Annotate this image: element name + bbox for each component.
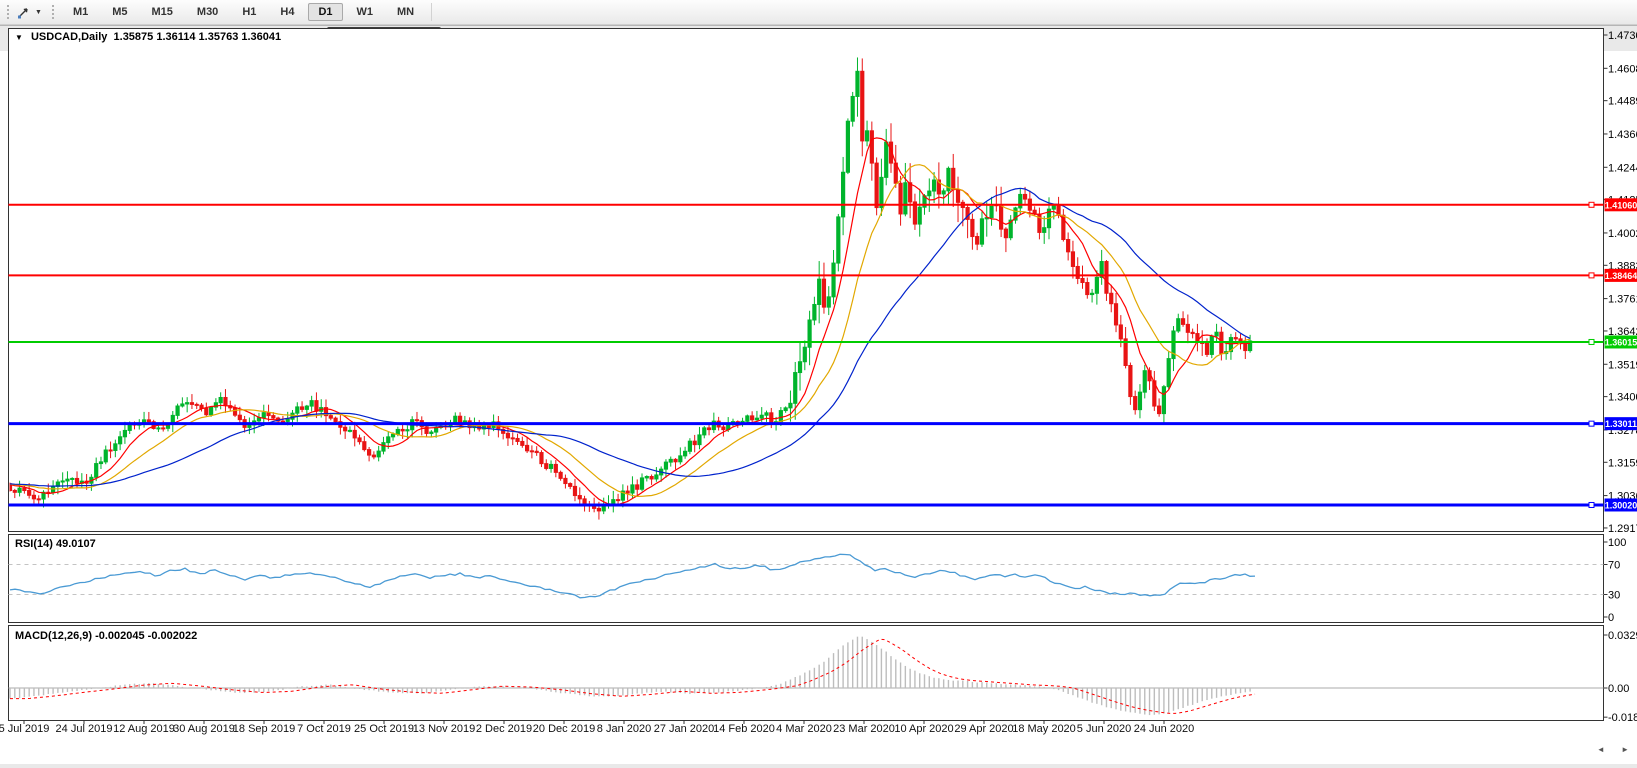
macd-tick-label: 0.032972	[1608, 630, 1637, 642]
price-tag-label: 1.30020	[1605, 500, 1637, 510]
line-handle	[1589, 502, 1594, 507]
date-label: 25 Oct 2019	[354, 723, 414, 735]
rsi-tick-label: 100	[1608, 537, 1626, 549]
date-label: 8 Jan 2020	[597, 723, 651, 735]
macd-tick-label: -0.01815	[1608, 712, 1637, 724]
price-axis: 1.473051.460801.448901.436651.424401.412…	[1604, 30, 1637, 535]
chart-canvas[interactable]: 1.473051.460801.448901.436651.424401.412…	[0, 0, 1637, 768]
rsi-tick-label: 0	[1608, 612, 1614, 624]
date-label: 4 Mar 2020	[776, 723, 832, 735]
price-tick-label: 1.35195	[1608, 359, 1637, 371]
quick-trade-collapse-icon[interactable]: ▼	[15, 33, 23, 42]
date-label: 29 Apr 2020	[954, 723, 1013, 735]
status-strip	[0, 764, 1637, 768]
date-label: 18 May 2020	[1012, 723, 1076, 735]
price-tick-label: 1.46080	[1608, 63, 1637, 75]
price-tag-label: 1.41060	[1605, 200, 1637, 210]
price-tick-label: 1.37610	[1608, 294, 1637, 306]
price-tick-label: 1.42440	[1608, 162, 1637, 174]
date-label: 7 Oct 2019	[297, 723, 351, 735]
line-handle	[1589, 202, 1594, 207]
chart-title: ▼ USDCAD,Daily 1.35875 1.36114 1.35763 1…	[15, 31, 281, 43]
chart-symbol-label: USDCAD,Daily	[31, 31, 107, 43]
rsi-label: RSI(14) 49.0107	[15, 538, 96, 550]
tab-scroll-arrows: ◄ ►	[1583, 745, 1629, 754]
line-handle	[1589, 421, 1594, 426]
tab-scroll-right-icon[interactable]: ►	[1621, 745, 1629, 754]
date-label: 5 Jun 2020	[1077, 723, 1131, 735]
price-tick-label: 1.29175	[1608, 523, 1637, 535]
date-label: 14 Feb 2020	[713, 723, 775, 735]
macd-label: MACD(12,26,9) -0.002045 -0.002022	[15, 630, 197, 642]
chart-ohlc-values: 1.35875 1.36114 1.35763 1.36041	[114, 31, 282, 43]
date-label: 5 Jul 2019	[0, 723, 49, 735]
rsi-tick-label: 30	[1608, 590, 1620, 602]
price-tag-label: 1.36015	[1605, 337, 1637, 347]
macd-panel	[9, 626, 1604, 721]
line-handle	[1589, 273, 1594, 278]
main-chart-panel	[9, 29, 1604, 532]
price-tag-label: 1.38464	[1605, 271, 1637, 281]
date-label: 30 Aug 2019	[173, 723, 235, 735]
date-label: 20 Dec 2019	[533, 723, 595, 735]
date-label: 24 Jun 2020	[1134, 723, 1195, 735]
date-label: 13 Nov 2019	[413, 723, 475, 735]
line-handle	[1589, 339, 1594, 344]
date-label: 12 Aug 2019	[113, 723, 175, 735]
date-label: 18 Sep 2019	[233, 723, 295, 735]
date-label: 23 Mar 2020	[833, 723, 895, 735]
rsi-tick-label: 70	[1608, 560, 1620, 572]
price-tick-label: 1.44890	[1608, 96, 1637, 108]
date-label: 27 Jan 2020	[654, 723, 715, 735]
date-label: 2 Dec 2019	[476, 723, 532, 735]
price-tick-label: 1.34005	[1608, 392, 1637, 404]
price-tick-label: 1.40025	[1608, 228, 1637, 240]
date-label: 10 Apr 2020	[894, 723, 953, 735]
tab-scroll-left-icon[interactable]: ◄	[1597, 745, 1605, 754]
price-tag-label: 1.33011	[1605, 419, 1637, 429]
price-tick-label: 1.31590	[1608, 457, 1637, 469]
price-tick-label: 1.47305	[1608, 30, 1637, 42]
trading-app-window: { "toolbar": { "timeframes": ["M1","M5",…	[0, 0, 1637, 768]
date-label: 24 Jul 2019	[56, 723, 113, 735]
price-tick-label: 1.43665	[1608, 129, 1637, 141]
macd-tick-label: 0.00	[1608, 683, 1629, 695]
